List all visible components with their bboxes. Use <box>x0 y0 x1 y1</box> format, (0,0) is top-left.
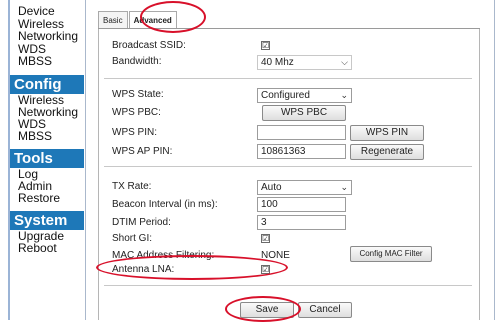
wps-state-select[interactable]: Configured ⌄ <box>257 88 352 103</box>
sidebar-item-networking[interactable]: Networking <box>8 30 86 43</box>
cancel-button[interactable]: Cancel <box>298 302 352 318</box>
sidebar-item-reboot[interactable]: Reboot <box>8 242 86 254</box>
beacon-interval-input[interactable]: 100 <box>257 197 346 212</box>
regenerate-button[interactable]: Regenerate <box>350 144 424 160</box>
tx-rate-value: Auto <box>261 182 282 193</box>
advanced-panel <box>98 29 480 320</box>
wps-state-label: WPS State: <box>112 89 164 100</box>
sidebar-item-upgrade[interactable]: Upgrade <box>8 230 86 242</box>
dtim-period-label: DTIM Period: <box>112 217 171 228</box>
sidebar-header-config: Config <box>8 74 84 94</box>
sidebar-item-log[interactable]: Log <box>8 168 86 180</box>
main-border-left <box>85 0 86 320</box>
wps-pin-input[interactable] <box>257 125 346 140</box>
sidebar-group-tools: Tools Log Admin Restore <box>8 148 86 204</box>
tx-rate-label: TX Rate: <box>112 181 152 192</box>
broadcast-ssid-checkbox[interactable]: ☑ <box>261 41 270 50</box>
wps-pin-label: WPS PIN: <box>112 127 158 138</box>
short-gi-checkbox[interactable]: ☑ <box>261 234 270 243</box>
mac-filtering-label: MAC Address Filtering: <box>112 250 215 261</box>
chevron-down-icon: ⌄ <box>340 90 348 100</box>
sidebar-item-config-mbss[interactable]: MBSS <box>8 130 86 142</box>
separator <box>104 166 472 167</box>
dtim-period-input[interactable]: 3 <box>257 215 346 230</box>
sidebar-item-device[interactable]: Device <box>8 5 86 18</box>
sidebar-item-admin[interactable]: Admin <box>8 180 86 192</box>
chevron-down-icon: ⌄ <box>340 182 348 192</box>
tab-basic[interactable]: Basic <box>98 11 128 29</box>
sidebar-edge <box>8 0 10 320</box>
wps-pin-button[interactable]: WPS PIN <box>350 125 424 141</box>
sidebar-group-config: Config Wireless Networking WDS MBSS <box>8 74 86 142</box>
sidebar: Device Wireless Networking WDS MBSS Conf… <box>0 0 86 320</box>
sidebar-item-mbss[interactable]: MBSS <box>8 55 86 68</box>
antenna-lna-label: Antenna LNA: <box>112 264 175 275</box>
separator <box>104 285 472 286</box>
separator <box>104 78 472 79</box>
antenna-lna-checkbox[interactable]: ☑ <box>261 265 270 274</box>
tx-rate-select[interactable]: Auto ⌄ <box>257 180 352 195</box>
save-button[interactable]: Save <box>240 302 294 318</box>
short-gi-label: Short GI: <box>112 233 153 244</box>
sidebar-header-system: System <box>8 210 84 230</box>
broadcast-ssid-label: Broadcast SSID: <box>112 40 186 51</box>
sidebar-item-config-networking[interactable]: Networking <box>8 106 86 118</box>
tab-bar: Basic Advanced <box>98 11 178 29</box>
beacon-interval-label: Beacon Interval (in ms): <box>112 199 218 210</box>
tab-advanced[interactable]: Advanced <box>128 11 177 29</box>
bandwidth-select[interactable]: 40 Mhz ⌵ <box>257 55 352 70</box>
sidebar-header-tools: Tools <box>8 148 84 168</box>
wps-pbc-button[interactable]: WPS PBC <box>262 105 346 121</box>
sidebar-group-status: Device Wireless Networking WDS MBSS <box>8 0 86 68</box>
sidebar-item-restore[interactable]: Restore <box>8 192 86 204</box>
bandwidth-value: 40 Mhz <box>261 57 294 68</box>
wps-pbc-label: WPS PBC: <box>112 107 161 118</box>
sidebar-item-config-wireless[interactable]: Wireless <box>8 94 86 106</box>
config-mac-filter-button[interactable]: Config MAC Filter <box>350 246 432 262</box>
wps-ap-pin-label: WPS AP PIN: <box>112 146 173 157</box>
wps-ap-pin-input[interactable]: 10861363 <box>257 144 346 159</box>
wps-state-value: Configured <box>261 90 310 101</box>
chevron-down-icon: ⌵ <box>341 57 348 67</box>
sidebar-group-system: System Upgrade Reboot <box>8 210 86 254</box>
bandwidth-label: Bandwidth: <box>112 56 162 67</box>
sidebar-item-config-wds[interactable]: WDS <box>8 118 86 130</box>
mac-filtering-value: NONE <box>261 250 290 261</box>
